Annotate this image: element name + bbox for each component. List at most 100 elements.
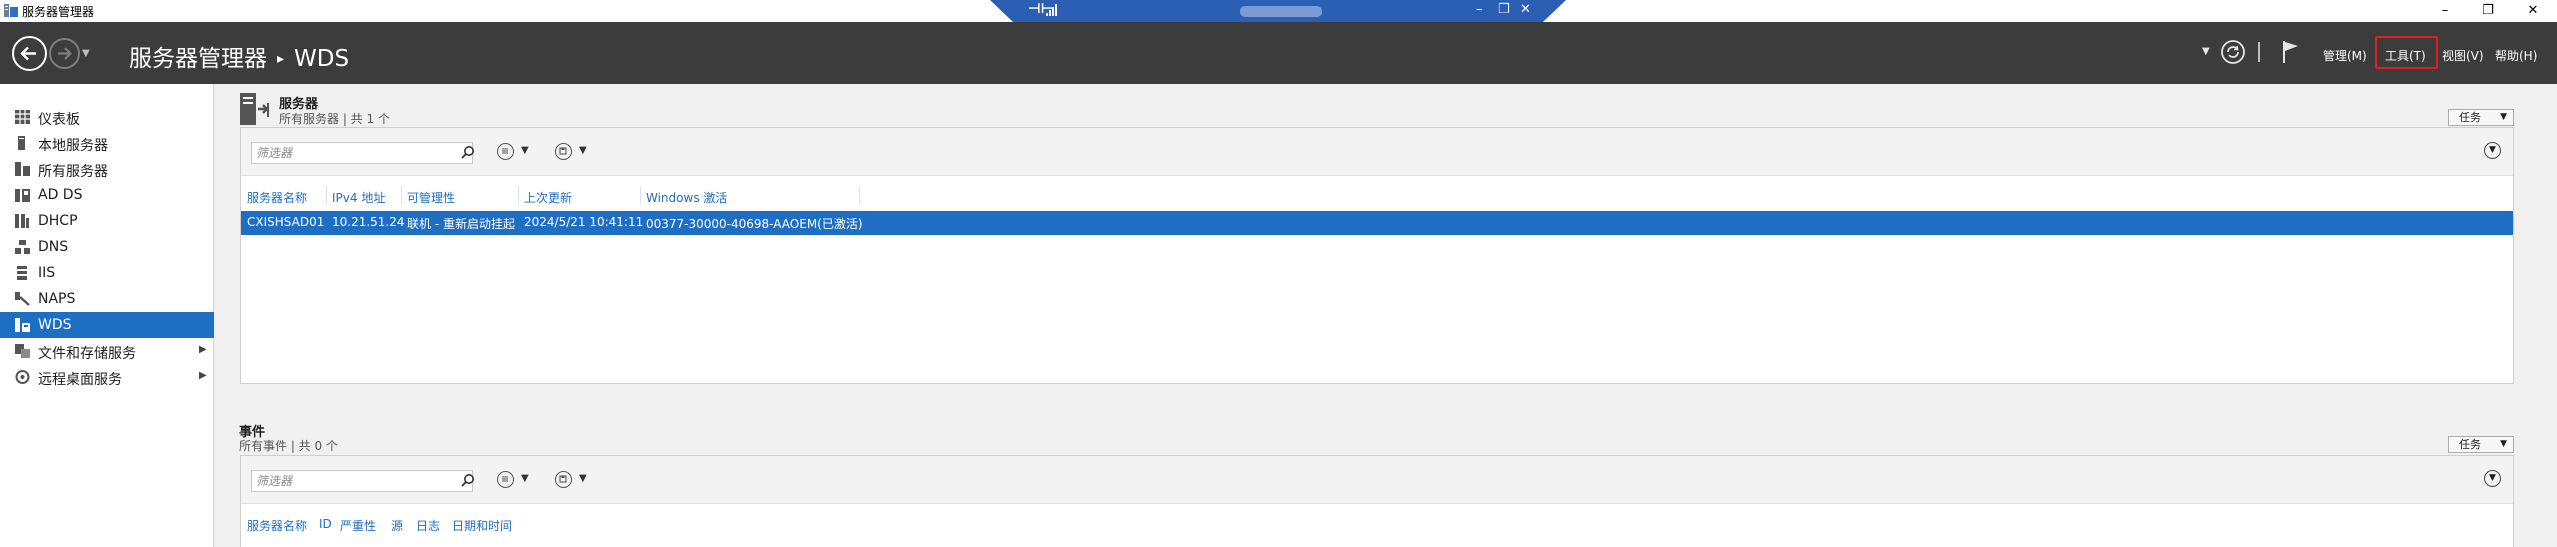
column-header-id[interactable]: ID	[319, 517, 332, 531]
column-header-source[interactable]: 源	[391, 517, 403, 534]
sidebar-item-remote-desktop[interactable]: 远程桌面服务 ▶	[0, 364, 214, 390]
chevron-down-icon: ▼	[579, 473, 587, 484]
breadcrumb-current: WDS	[294, 46, 350, 72]
file-storage-icon	[15, 344, 30, 358]
column-header-last-update[interactable]: 上次更新	[524, 189, 572, 206]
servers-filter-bar: 筛选器 ▼ ▼ ▼	[241, 128, 2513, 176]
servers-filter-input[interactable]: 筛选器	[251, 142, 475, 164]
chevron-down-icon: ▼	[2489, 473, 2496, 483]
sidebar-item-label: 本地服务器	[38, 138, 108, 154]
events-expand-button[interactable]: ▼	[2484, 470, 2501, 487]
iis-icon	[17, 266, 27, 280]
close-button[interactable]: ✕	[2510, 0, 2556, 22]
column-header-ipv4[interactable]: IPv4 地址	[332, 189, 385, 206]
sidebar-item-iis[interactable]: IIS	[0, 260, 214, 286]
events-tasks-button[interactable]: 任务 ▼	[2448, 436, 2514, 453]
save-query-icon	[555, 143, 572, 160]
ad-ds-icon	[15, 189, 30, 202]
sidebar-item-file-storage[interactable]: 文件和存储服务 ▶	[0, 338, 214, 364]
cell-manageability: 联机 - 重新启动挂起	[407, 217, 515, 231]
refresh-dropdown-icon[interactable]: ▼	[2202, 46, 2210, 57]
chevron-down-icon: ▼	[2489, 145, 2496, 155]
dns-icon	[15, 240, 30, 254]
column-divider	[859, 186, 860, 204]
sidebar-item-all-servers[interactable]: 所有服务器	[0, 156, 214, 182]
all-servers-icon	[15, 162, 30, 176]
signal-icon	[1046, 4, 1057, 16]
naps-icon	[15, 292, 30, 306]
events-panel: 筛选器 ▼ ▼ ▼ 服务器名称 ID 严重性 源 日志 日期和时间	[240, 455, 2514, 547]
sidebar-item-local-server[interactable]: 本地服务器	[0, 130, 214, 156]
remote-desktop-icon	[15, 370, 30, 384]
search-icon[interactable]	[461, 473, 475, 487]
servers-query-options-button[interactable]: ▼	[497, 140, 537, 164]
sidebar-item-dns[interactable]: DNS	[0, 234, 214, 260]
expand-arrow-icon[interactable]: ▶	[199, 344, 207, 355]
chevron-down-icon: ▼	[579, 145, 587, 156]
remote-connection-bar: ⊣⊢ – ❐ ✕	[990, 0, 1566, 22]
navigation-sidebar: 仪表板 本地服务器 所有服务器 AD DS DHCP DNS IIS NAPS …	[0, 84, 214, 547]
search-icon[interactable]	[461, 145, 475, 159]
cell-last-update: 2024/5/21 10:41:11	[524, 215, 644, 229]
sidebar-item-label: WDS	[38, 317, 72, 333]
expand-arrow-icon[interactable]: ▶	[199, 370, 207, 381]
sidebar-item-ad-ds[interactable]: AD DS	[0, 182, 214, 208]
restore-button[interactable]: ❐	[2465, 0, 2511, 22]
tasks-label: 任务	[2459, 438, 2481, 451]
list-options-icon	[497, 143, 514, 160]
sidebar-item-label: 远程桌面服务	[38, 372, 122, 388]
breadcrumb-separator-icon: ▸	[277, 51, 285, 67]
servers-expand-button[interactable]: ▼	[2484, 142, 2501, 159]
wds-icon	[15, 318, 30, 332]
servers-tile-subtitle: 所有服务器 | 共 1 个	[279, 112, 390, 126]
dashboard-icon	[15, 110, 30, 124]
back-button[interactable]	[12, 36, 47, 71]
sidebar-item-label: IIS	[38, 265, 56, 281]
column-header-log[interactable]: 日志	[416, 517, 440, 534]
events-query-options-button[interactable]: ▼	[497, 468, 537, 492]
notification-flag-icon[interactable]	[2282, 40, 2300, 64]
sidebar-item-label: 文件和存储服务	[38, 346, 136, 362]
events-tile-subtitle: 所有事件 | 共 0 个	[239, 439, 338, 453]
chevron-down-icon: ▼	[521, 145, 529, 156]
column-header-manageability[interactable]: 可管理性	[407, 189, 455, 206]
breadcrumb-root[interactable]: 服务器管理器	[129, 46, 267, 72]
tasks-label: 任务	[2459, 111, 2481, 124]
remote-close-button[interactable]: ✕	[1520, 2, 1531, 17]
column-divider	[326, 186, 327, 204]
arrow-right-icon	[58, 47, 73, 60]
servers-tasks-button[interactable]: 任务 ▼	[2448, 109, 2514, 126]
remote-minimize-button[interactable]: –	[1476, 2, 1483, 17]
column-header-severity[interactable]: 严重性	[340, 517, 376, 534]
sidebar-item-dhcp[interactable]: DHCP	[0, 208, 214, 234]
forward-button[interactable]	[49, 38, 80, 69]
menu-manage[interactable]: 管理(M)	[2323, 47, 2367, 64]
events-filter-bar: 筛选器 ▼ ▼ ▼	[241, 456, 2513, 504]
sidebar-item-wds[interactable]: WDS	[0, 312, 214, 338]
window-title: 服务器管理器	[22, 5, 95, 19]
events-save-query-button[interactable]: ▼	[555, 468, 595, 492]
sidebar-item-dashboard[interactable]: 仪表板	[0, 104, 214, 130]
column-header-server-name[interactable]: 服务器名称	[247, 517, 307, 534]
column-header-date-time[interactable]: 日期和时间	[452, 517, 512, 534]
sidebar-item-label: DNS	[38, 239, 69, 255]
history-dropdown-icon[interactable]: ▼	[82, 48, 90, 59]
menu-help[interactable]: 帮助(H)	[2495, 47, 2537, 64]
refresh-icon[interactable]	[2220, 39, 2246, 65]
servers-save-query-button[interactable]: ▼	[555, 140, 595, 164]
column-header-server-name[interactable]: 服务器名称	[247, 189, 307, 206]
remote-restore-button[interactable]: ❐	[1498, 2, 1510, 17]
minimize-button[interactable]: –	[2422, 0, 2468, 22]
remote-host-name-redacted	[1240, 6, 1322, 17]
chevron-down-icon: ▼	[2500, 112, 2507, 122]
menu-view[interactable]: 视图(V)	[2442, 47, 2484, 64]
column-divider	[518, 186, 519, 204]
sidebar-item-label: DHCP	[38, 213, 78, 229]
breadcrumb: 服务器管理器 ▸ WDS	[129, 39, 349, 73]
sidebar-item-naps[interactable]: NAPS	[0, 286, 214, 312]
app-header: ▼ 服务器管理器 ▸ WDS ▼ 管理(M) 工具(T) 视图(V) 帮助(H)	[0, 22, 2557, 84]
events-filter-input[interactable]: 筛选器	[251, 470, 475, 492]
menu-tools[interactable]: 工具(T)	[2385, 47, 2426, 64]
table-row[interactable]: CXISHSAD01 10.21.51.24 联机 - 重新启动挂起 2024/…	[241, 211, 2513, 235]
column-header-windows-activation[interactable]: Windows 激活	[646, 189, 727, 206]
